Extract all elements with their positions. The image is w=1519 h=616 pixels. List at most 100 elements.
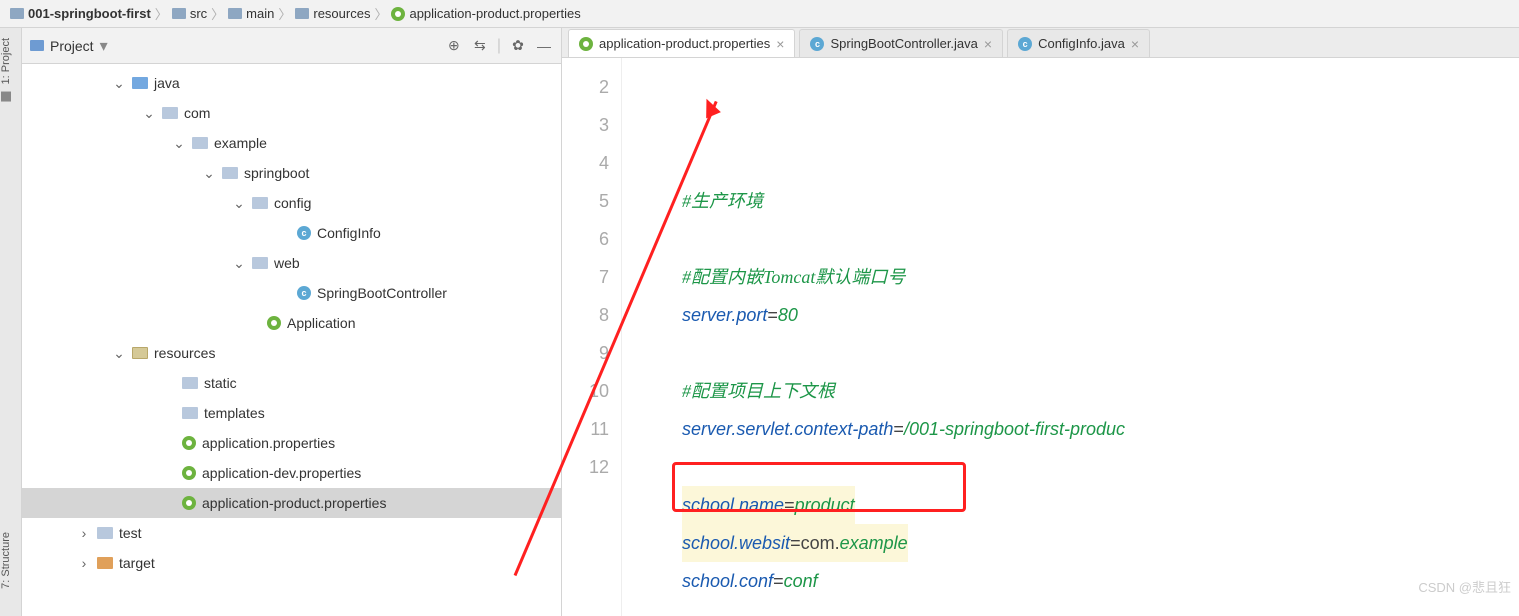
gear-icon[interactable]: ✿ [509, 37, 527, 55]
folder-icon [192, 137, 208, 149]
tree-node-label: application-dev.properties [202, 465, 361, 481]
chevron-icon[interactable] [232, 195, 246, 212]
collapse-icon[interactable]: ⇆ [471, 37, 489, 55]
code-line[interactable]: #配置内嵌Tomcat默认端口号 [682, 258, 1519, 296]
java-class-icon [297, 286, 311, 300]
code-line[interactable]: server.port=80 [682, 296, 1519, 334]
tree-node[interactable]: ConfigInfo [22, 218, 561, 248]
spring-icon [182, 436, 196, 450]
java-class-icon [1018, 37, 1032, 51]
project-header-icon [30, 40, 44, 51]
tree-node-label: static [204, 375, 237, 391]
tree-node[interactable]: application.properties [22, 428, 561, 458]
folder-icon [252, 197, 268, 209]
editor-tab[interactable]: application-product.properties × [568, 29, 795, 57]
tree-node-label: ConfigInfo [317, 225, 381, 241]
tree-node-label: application-product.properties [202, 495, 386, 511]
hide-icon[interactable]: — [535, 37, 553, 55]
comment: #配置内嵌Tomcat默认端口号 [682, 267, 905, 287]
tree-node[interactable]: springboot [22, 158, 561, 188]
tree-node[interactable]: example [22, 128, 561, 158]
breadcrumb-label: application-product.properties [409, 6, 580, 21]
editor-body[interactable]: 23456789101112 #生产环境 #配置内嵌Tomcat默认端口号ser… [562, 58, 1519, 616]
code-line[interactable]: #生产环境 [682, 182, 1519, 220]
tree-node[interactable]: application-dev.properties [22, 458, 561, 488]
watermark: CSDN @悲且狂 [1418, 577, 1511, 596]
folder-icon [252, 257, 268, 269]
breadcrumb-item[interactable]: main [226, 6, 276, 21]
editor-tab[interactable]: SpringBootController.java× [799, 29, 1003, 57]
folder-icon [182, 407, 198, 419]
breadcrumb-item[interactable]: resources [293, 6, 372, 21]
breadcrumb-separator-icon: 〉 [211, 4, 224, 23]
tree-node[interactable]: target [22, 548, 561, 578]
breadcrumb-label: resources [313, 6, 370, 21]
tree-node[interactable]: templates [22, 398, 561, 428]
property-value: /001-springboot-first-produc [904, 419, 1125, 439]
tree-node[interactable]: test [22, 518, 561, 548]
locate-icon[interactable]: ⊕ [445, 37, 463, 55]
spring-icon [182, 496, 196, 510]
breadcrumb-item[interactable]: src [170, 6, 209, 21]
tree-node[interactable]: static [22, 368, 561, 398]
code-line[interactable]: school.websit=com.example [682, 524, 1519, 562]
breadcrumb-separator-icon: 〉 [278, 4, 291, 23]
comment: #生产环境 [682, 191, 763, 211]
chevron-icon[interactable] [232, 255, 246, 272]
tree-node-label: resources [154, 345, 215, 361]
folder-icon [162, 107, 178, 119]
breadcrumb-separator-icon: 〉 [374, 4, 387, 23]
tree-node[interactable]: config [22, 188, 561, 218]
breadcrumb-item[interactable]: 001-springboot-first [8, 6, 153, 21]
chevron-icon[interactable] [77, 555, 91, 571]
spring-icon [267, 316, 281, 330]
code-line[interactable] [682, 334, 1519, 372]
folder-icon [295, 8, 309, 19]
close-icon[interactable]: × [984, 36, 992, 52]
folder-icon [132, 77, 148, 89]
project-panel-header: Project ▾ ⊕ ⇆ | ✿ — [22, 28, 561, 64]
property-key: server.servlet.context-path [682, 419, 893, 439]
code-line[interactable]: #配置项目上下文根 [682, 372, 1519, 410]
property-key: school.conf [682, 571, 773, 591]
code-line[interactable]: school.conf=conf [682, 562, 1519, 600]
project-tree[interactable]: javacomexamplespringbootconfig ConfigInfo… [22, 64, 561, 616]
resources-folder-icon [132, 347, 148, 359]
chevron-icon[interactable] [172, 135, 186, 152]
tree-node[interactable]: com [22, 98, 561, 128]
tree-node[interactable]: Application [22, 308, 561, 338]
chevron-icon[interactable] [77, 525, 91, 541]
folder-icon [172, 8, 186, 19]
code-line[interactable] [682, 220, 1519, 258]
line-number: 4 [562, 144, 609, 182]
folder-icon [182, 377, 198, 389]
breadcrumb-item[interactable]: application-product.properties [389, 6, 582, 21]
code[interactable]: #生产环境 #配置内嵌Tomcat默认端口号 server.port=80 #配置… [622, 58, 1519, 616]
tree-node[interactable]: java [22, 68, 561, 98]
editor-tab[interactable]: ConfigInfo.java× [1007, 29, 1150, 57]
property-value: conf [784, 571, 818, 591]
code-line[interactable]: server.servlet.context-path=/001-springb… [682, 410, 1519, 448]
tree-node-label: templates [204, 405, 265, 421]
annotation-box [672, 462, 966, 512]
close-icon[interactable]: × [1131, 36, 1139, 52]
project-tool-tab[interactable]: 1: Project [0, 32, 21, 108]
tree-node[interactable]: application-product.properties [22, 488, 561, 518]
java-class-icon [810, 37, 824, 51]
chevron-icon[interactable] [112, 345, 126, 362]
chevron-icon[interactable] [142, 105, 156, 122]
close-icon[interactable]: × [776, 36, 784, 52]
tree-node[interactable]: resources [22, 338, 561, 368]
property-value: example [840, 533, 908, 553]
line-number: 2 [562, 68, 609, 106]
tree-node[interactable]: web [22, 248, 561, 278]
breadcrumb[interactable]: 001-springboot-first〉src〉main〉resources〉… [0, 0, 1519, 28]
tree-node[interactable]: SpringBootController [22, 278, 561, 308]
dropdown-icon[interactable]: ▾ [100, 36, 108, 56]
chevron-icon[interactable] [202, 165, 216, 182]
left-toolbar: 1: Project 7: Structure [0, 28, 22, 616]
structure-tool-tab[interactable]: 7: Structure [0, 526, 21, 612]
chevron-icon[interactable] [112, 75, 126, 92]
property-value: 80 [778, 305, 798, 325]
tab-label: application-product.properties [599, 36, 770, 51]
